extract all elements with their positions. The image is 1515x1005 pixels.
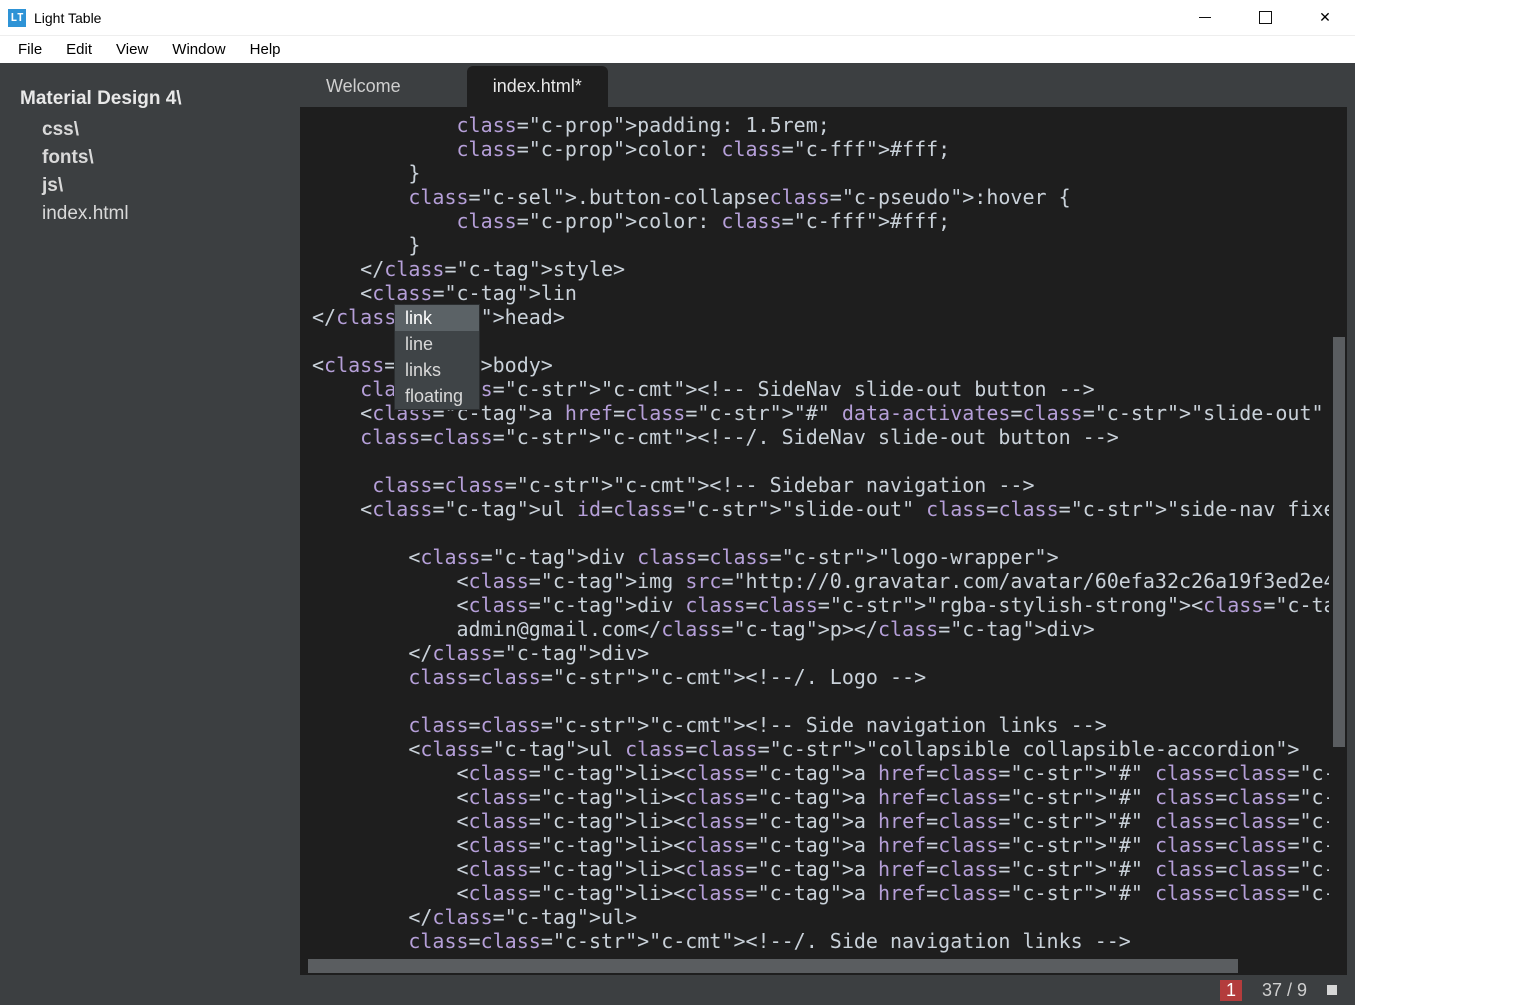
error-count[interactable]: 1 [1220, 980, 1242, 1001]
editor-wrap: class="c-prop">padding: 1.5rem; class="c… [300, 107, 1347, 975]
menu-view[interactable]: View [104, 39, 160, 60]
editor-column: Welcome index.html* class="c-prop">paddi… [300, 63, 1355, 1005]
horizontal-scrollbar[interactable] [308, 959, 1238, 973]
code-editor[interactable]: class="c-prop">padding: 1.5rem; class="c… [300, 107, 1329, 953]
menu-window[interactable]: Window [160, 39, 237, 60]
tab-welcome[interactable]: Welcome [300, 66, 427, 107]
ac-item-link[interactable]: link [395, 305, 479, 331]
tree-folder-js[interactable]: js\ [20, 172, 280, 200]
window-controls: ✕ [1175, 0, 1355, 35]
vertical-scrollbar[interactable] [1333, 337, 1345, 747]
menu-file[interactable]: File [6, 39, 54, 60]
minimize-button[interactable] [1175, 0, 1235, 35]
ac-item-line[interactable]: line [395, 331, 479, 357]
maximize-button[interactable] [1235, 0, 1295, 35]
tab-row: Welcome index.html* [300, 63, 1355, 107]
app-icon: LT [8, 9, 26, 27]
autocomplete-popup: link line links floating [394, 304, 480, 410]
status-bar: 1 37 / 9 [300, 975, 1355, 1005]
file-tree: Material Design 4\ css\ fonts\ js\ index… [0, 63, 300, 1005]
titlebar: LT Light Table ✕ [0, 0, 1355, 35]
menu-edit[interactable]: Edit [54, 39, 104, 60]
window-right-gutter [1355, 0, 1515, 1005]
cursor-position: 37 / 9 [1262, 980, 1307, 1001]
close-button[interactable]: ✕ [1295, 0, 1355, 35]
ac-item-links[interactable]: links [395, 357, 479, 383]
menu-bar: File Edit View Window Help [0, 35, 1355, 63]
tree-file-index[interactable]: index.html [20, 200, 280, 228]
project-root[interactable]: Material Design 4\ [20, 88, 280, 110]
tab-index[interactable]: index.html* [467, 66, 608, 107]
app-body: Material Design 4\ css\ fonts\ js\ index… [0, 63, 1355, 1005]
tree-folder-fonts[interactable]: fonts\ [20, 144, 280, 172]
status-marker-icon [1327, 985, 1337, 995]
menu-help[interactable]: Help [238, 39, 293, 60]
tree-folder-css[interactable]: css\ [20, 116, 280, 144]
ac-item-floating[interactable]: floating [395, 383, 479, 409]
window-title: Light Table [34, 10, 101, 26]
